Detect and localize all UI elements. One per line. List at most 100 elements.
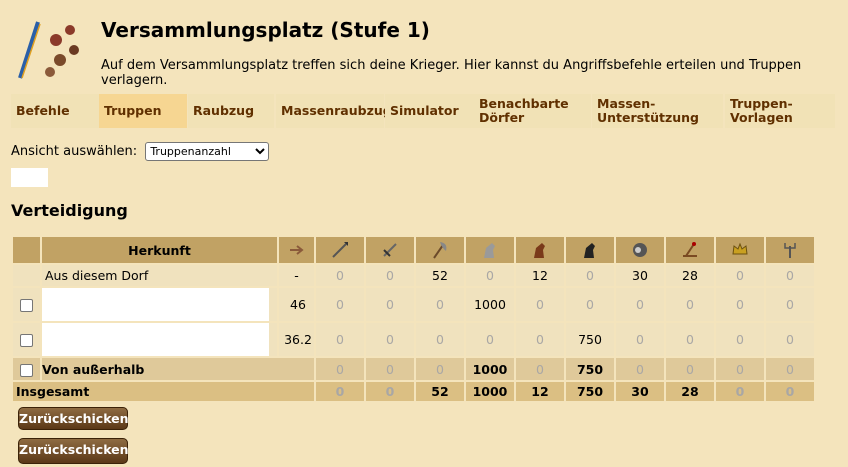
view-selector: Ansicht auswählen: Truppenanzahl <box>11 142 270 161</box>
unit-count: 0 <box>366 382 414 401</box>
tab-label-line: Truppen- <box>730 96 793 111</box>
distance-cell: 46 <box>279 288 314 321</box>
unit-count: 12 <box>516 265 564 286</box>
table-row: Aus diesem Dorf - 0 0 52 0 12 0 30 28 0 … <box>13 265 814 286</box>
tab-massen-unterstuetzung[interactable]: Massen- Unterstützung <box>592 94 723 128</box>
send-back-button[interactable]: Zurückschicken <box>18 407 129 430</box>
row-checkbox[interactable] <box>20 299 33 312</box>
tab-truppen-vorlagen[interactable]: Truppen- Vorlagen <box>725 94 835 128</box>
unit-count: 0 <box>716 323 764 356</box>
view-select[interactable]: Truppenanzahl <box>145 142 270 161</box>
distance-header <box>279 237 314 263</box>
unit-count: 1000 <box>466 288 514 321</box>
unit-count: 0 <box>516 288 564 321</box>
page-title: Versammlungsplatz (Stufe 1) <box>101 18 430 42</box>
tab-truppen[interactable]: Truppen <box>99 94 187 128</box>
unit-count: 30 <box>616 382 664 401</box>
row-checkbox-cell <box>13 288 40 321</box>
unit-count: 28 <box>666 265 714 286</box>
unit-count: 0 <box>616 323 664 356</box>
origin-header: Herkunft <box>42 237 277 263</box>
unit-count: 0 <box>716 382 764 401</box>
tab-simulator[interactable]: Simulator <box>385 94 474 128</box>
redacted-origin <box>42 323 269 356</box>
blank-box <box>11 168 48 187</box>
nobleman-icon <box>766 237 814 263</box>
axe-icon <box>416 237 464 263</box>
unit-count: 0 <box>716 358 764 380</box>
unit-count: 0 <box>766 323 814 356</box>
unit-count: 0 <box>566 265 614 286</box>
unit-count: 0 <box>766 358 814 380</box>
unit-count: 1000 <box>466 358 514 380</box>
unit-count: 0 <box>416 288 464 321</box>
unit-count: 0 <box>566 288 614 321</box>
total-label: Insgesamt <box>13 382 314 401</box>
unit-count: 0 <box>766 382 814 401</box>
unit-count: 0 <box>666 358 714 380</box>
unit-count: 0 <box>766 265 814 286</box>
spear-icon <box>316 237 364 263</box>
send-back-button-2[interactable]: Zurückschicken <box>18 438 129 464</box>
unit-count: 750 <box>566 323 614 356</box>
rally-point-icon <box>18 21 79 79</box>
unit-count: 28 <box>666 382 714 401</box>
light-cavalry-icon <box>516 237 564 263</box>
unit-count: 52 <box>416 382 464 401</box>
unit-count: 0 <box>366 323 414 356</box>
unit-count: 0 <box>516 358 564 380</box>
outside-summary-row: Von außerhalb 0 0 0 1000 0 750 0 0 0 0 <box>13 358 814 380</box>
unit-count: 0 <box>666 288 714 321</box>
distance-cell: 36.2 <box>279 323 314 356</box>
tab-befehle[interactable]: Befehle <box>11 94 99 128</box>
origin-cell <box>42 288 277 321</box>
view-label: Ansicht auswählen: <box>11 144 138 159</box>
unit-count: 0 <box>366 265 414 286</box>
table-header-row: Herkunft <box>13 237 814 263</box>
unit-count: 0 <box>616 288 664 321</box>
origin-cell <box>42 323 277 356</box>
unit-count: 0 <box>416 358 464 380</box>
row-checkbox[interactable] <box>20 334 33 347</box>
select-all-cell <box>13 358 40 380</box>
unit-count: 1000 <box>466 382 514 401</box>
heavy-cavalry-icon <box>566 237 614 263</box>
tab-massenraubzug[interactable]: Massenraubzug <box>276 94 392 128</box>
unit-count: 0 <box>366 288 414 321</box>
unit-count: 0 <box>316 382 364 401</box>
table-row: 36.2 0 0 0 0 0 750 0 0 0 0 <box>13 323 814 356</box>
unit-count: 0 <box>516 323 564 356</box>
catapult-icon <box>666 237 714 263</box>
origin-own-village: Aus diesem Dorf <box>42 265 277 286</box>
unit-count: 0 <box>666 323 714 356</box>
select-all-checkbox[interactable] <box>20 363 33 377</box>
unit-count: 0 <box>616 358 664 380</box>
tab-label-line: Dörfer <box>479 110 525 125</box>
troops-table: Herkunft Aus diesem Dorf - 0 0 52 0 12 0… <box>11 235 816 403</box>
redacted-origin <box>42 288 269 321</box>
table-row: 46 0 0 0 1000 0 0 0 0 0 0 <box>13 288 814 321</box>
section-title: Verteidigung <box>11 201 128 220</box>
tab-raubzug[interactable]: Raubzug <box>188 94 274 128</box>
ram-icon <box>616 237 664 263</box>
paladin-icon <box>716 237 764 263</box>
building-description: Auf dem Versammlungsplatz treffen sich d… <box>101 58 802 88</box>
tab-benachbarte-doerfer[interactable]: Benachbarte Dörfer <box>474 94 591 128</box>
empty-cell <box>13 265 40 286</box>
unit-count: 750 <box>566 382 614 401</box>
distance-cell: - <box>279 265 314 286</box>
row-checkbox-cell <box>13 323 40 356</box>
unit-count: 0 <box>716 265 764 286</box>
outside-label: Von außerhalb <box>42 358 314 380</box>
unit-count: 52 <box>416 265 464 286</box>
unit-count: 0 <box>766 288 814 321</box>
unit-count: 0 <box>466 265 514 286</box>
unit-count: 0 <box>316 265 364 286</box>
unit-count: 0 <box>316 358 364 380</box>
unit-count: 0 <box>466 323 514 356</box>
unit-count: 30 <box>616 265 664 286</box>
unit-count: 0 <box>416 323 464 356</box>
unit-count: 0 <box>316 323 364 356</box>
tab-label-line: Benachbarte <box>479 96 569 111</box>
spy-icon <box>466 237 514 263</box>
